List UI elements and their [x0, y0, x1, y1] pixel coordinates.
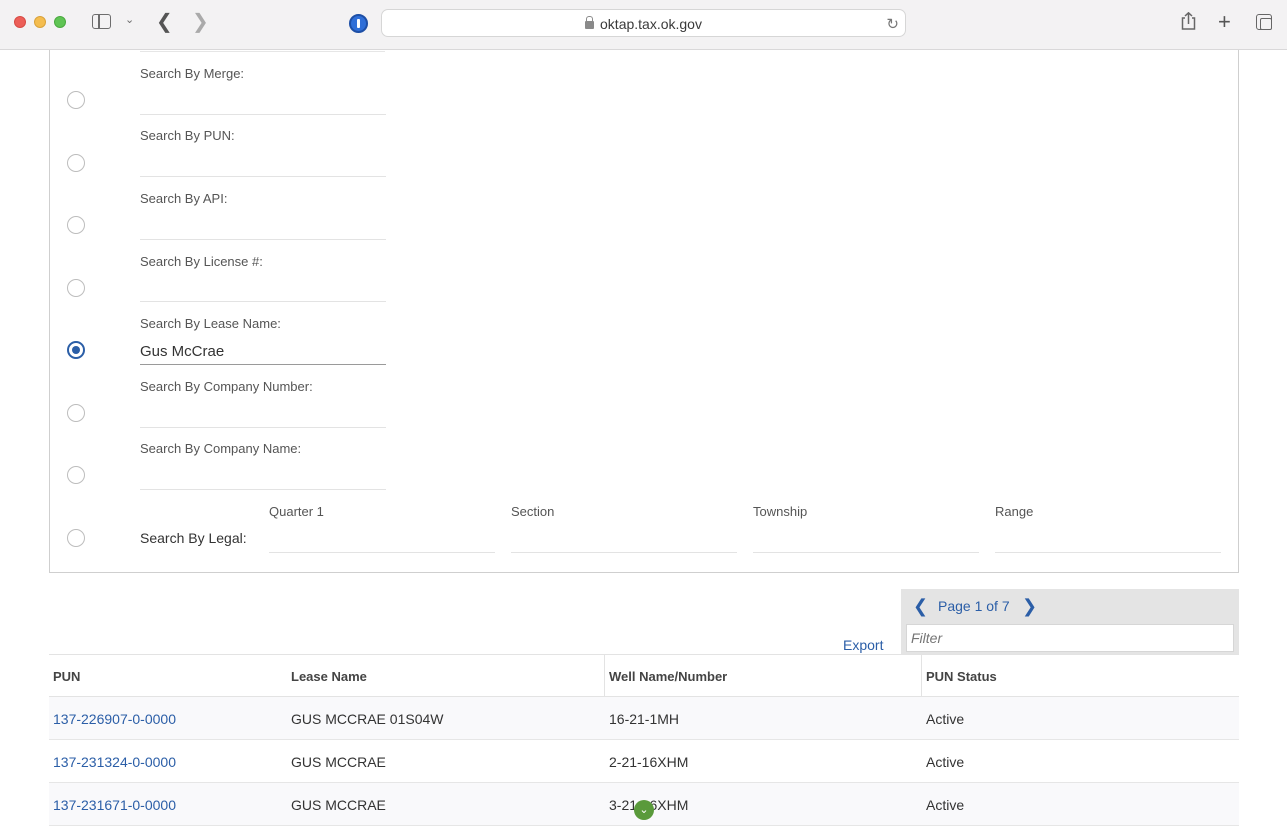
next-page-icon[interactable]: ❯: [1022, 596, 1037, 617]
field-label: Search By Merge:: [140, 66, 245, 81]
pun-link[interactable]: 137-226907-0-0000: [53, 711, 176, 727]
column-divider: [604, 655, 605, 697]
address-bar[interactable]: oktap.tax.ok.gov ↻: [381, 9, 906, 37]
share-icon[interactable]: [1181, 12, 1196, 30]
divider: [140, 51, 385, 52]
chevron-down-icon[interactable]: ⌄: [634, 800, 654, 820]
filter-input[interactable]: [906, 624, 1234, 652]
search-row-pun: Search By PUN:: [50, 127, 1238, 189]
range-input[interactable]: [995, 524, 1221, 553]
radio-license[interactable]: [67, 279, 85, 297]
password-manager-icon[interactable]: [349, 14, 368, 33]
new-tab-icon[interactable]: +: [1218, 11, 1231, 33]
company-number-input[interactable]: [140, 402, 386, 428]
column-header-pun[interactable]: PUN: [53, 669, 80, 684]
url-text: oktap.tax.ok.gov: [600, 16, 702, 32]
close-window-button[interactable]: [14, 16, 26, 28]
section-input[interactable]: [511, 524, 737, 553]
radio-company-name[interactable]: [67, 466, 85, 484]
section-label: Section: [511, 504, 555, 519]
radio-pun[interactable]: [67, 154, 85, 172]
zoom-window-button[interactable]: [54, 16, 66, 28]
export-link[interactable]: Export: [843, 637, 883, 653]
chevron-down-icon[interactable]: ⌄: [125, 15, 134, 26]
reload-icon[interactable]: ↻: [886, 15, 899, 33]
license-input[interactable]: [140, 276, 386, 302]
search-row-license: Search By License #:: [50, 253, 1238, 315]
pun-link[interactable]: 137-231671-0-0000: [53, 797, 176, 813]
lease-name-cell: GUS MCCRAE: [291, 797, 386, 813]
well-name-cell: 2-21-16XHM: [609, 754, 689, 770]
search-row-company-number: Search By Company Number:: [50, 378, 1238, 440]
table-row: 137-226907-0-0000 GUS MCCRAE 01S04W 16-2…: [49, 697, 1239, 740]
page-indicator: Page 1 of 7: [938, 598, 1010, 614]
radio-company-number[interactable]: [67, 404, 85, 422]
well-name-cell: 16-21-1MH: [609, 711, 680, 727]
table-row: 137-231324-0-0000 GUS MCCRAE 2-21-16XHM …: [49, 740, 1239, 783]
field-label: Search By Company Number:: [140, 379, 313, 394]
pun-link[interactable]: 137-231324-0-0000: [53, 754, 176, 770]
search-panel: Search By Merge: Search By PUN: Search B…: [49, 50, 1239, 573]
pun-input[interactable]: [140, 151, 386, 177]
township-label: Township: [753, 504, 808, 519]
range-label: Range: [995, 504, 1034, 519]
search-row-merge: Search By Merge:: [50, 64, 1238, 126]
column-header-pun-status[interactable]: PUN Status: [926, 669, 997, 684]
api-input[interactable]: [140, 214, 386, 240]
township-input[interactable]: [753, 524, 979, 553]
radio-lease-name[interactable]: [67, 341, 85, 359]
radio-api[interactable]: [67, 216, 85, 234]
radio-merge[interactable]: [67, 91, 85, 109]
column-header-lease-name[interactable]: Lease Name: [291, 669, 367, 684]
previous-page-icon[interactable]: ❮: [913, 596, 928, 617]
field-label: Search By Lease Name:: [140, 316, 281, 331]
column-divider: [921, 655, 922, 697]
back-arrow-icon[interactable]: ❮: [156, 12, 173, 32]
radio-legal[interactable]: [67, 529, 85, 547]
company-name-input[interactable]: [140, 464, 386, 490]
lease-name-cell: GUS MCCRAE 01S04W: [291, 711, 444, 727]
field-label: Search By API:: [140, 191, 228, 206]
minimize-window-button[interactable]: [34, 16, 46, 28]
column-header-well-name[interactable]: Well Name/Number: [609, 669, 727, 684]
pun-status-cell: Active: [926, 711, 965, 727]
field-label: Search By Company Name:: [140, 441, 302, 456]
field-label: Search By PUN:: [140, 128, 235, 143]
quarter-label: Quarter 1: [269, 504, 324, 519]
browser-toolbar: ⌄ ❮ ❯ oktap.tax.ok.gov ↻ +: [0, 0, 1287, 50]
search-row-lease-name: Search By Lease Name: Gus McCrae: [50, 315, 1238, 377]
search-row-company-name: Search By Company Name:: [50, 440, 1238, 502]
sidebar-icon[interactable]: [92, 14, 111, 29]
search-row-api: Search By API:: [50, 190, 1238, 252]
tab-overview-icon[interactable]: [1256, 14, 1272, 30]
lease-name-input[interactable]: Gus McCrae: [140, 339, 386, 365]
merge-input[interactable]: [140, 89, 386, 115]
quarter-input[interactable]: [269, 524, 495, 553]
legal-label: Search By Legal:: [140, 530, 247, 546]
table-header: PUN Lease Name Well Name/Number PUN Stat…: [49, 654, 1239, 697]
pun-status-cell: Active: [926, 754, 965, 770]
forward-arrow-icon[interactable]: ❯: [192, 12, 209, 32]
lease-name-cell: GUS MCCRAE: [291, 754, 386, 770]
pun-status-cell: Active: [926, 797, 965, 813]
field-label: Search By License #:: [140, 254, 263, 269]
lock-icon: [585, 16, 595, 29]
pagination: ❮ Page 1 of 7 ❯: [901, 589, 1239, 655]
